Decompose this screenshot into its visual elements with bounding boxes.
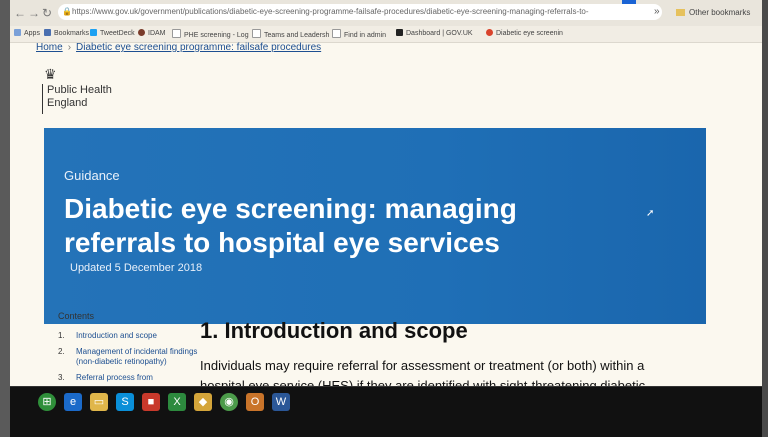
app-icon[interactable]: ◆: [194, 393, 212, 411]
monitor-bezel-right: [762, 0, 768, 437]
bookmark-idam[interactable]: IDAM: [138, 29, 166, 37]
tweetdeck-icon: [90, 29, 97, 36]
forward-icon[interactable]: →: [28, 6, 40, 20]
app-icon[interactable]: ■: [142, 393, 160, 411]
star-icon: [44, 29, 51, 36]
back-icon[interactable]: ←: [14, 6, 26, 20]
bookmarks-overflow-icon[interactable]: »: [654, 6, 660, 17]
logo-divider: [42, 84, 43, 114]
title-banner: Guidance Diabetic eye screening: managin…: [44, 128, 706, 324]
url-text: https://www.gov.uk/government/publicatio…: [72, 7, 589, 16]
address-bar: ← → ↻ 🔒 https://www.gov.uk/government/pu…: [10, 0, 762, 27]
updated-date: Updated 5 December 2018: [70, 262, 203, 274]
screen: ← → ↻ 🔒 https://www.gov.uk/government/pu…: [10, 0, 762, 437]
folder-icon: [676, 9, 685, 16]
bookmark-phe-screening[interactable]: PHE screening - Log: [172, 29, 249, 39]
internet-explorer-icon[interactable]: e: [64, 393, 82, 411]
organisation-name: Public Health England: [47, 84, 112, 109]
bookmark-diabetic-eye[interactable]: Diabetic eye screenin: [486, 29, 563, 37]
skype-icon[interactable]: S: [116, 393, 134, 411]
toc-item[interactable]: 3. Referral process from: [58, 373, 198, 383]
word-icon[interactable]: W: [272, 393, 290, 411]
apps-icon: [14, 29, 21, 36]
breadcrumb-home[interactable]: Home: [36, 42, 63, 53]
lock-icon: 🔒: [62, 7, 72, 16]
breadcrumb-parent[interactable]: Diabetic eye screening programme: failsa…: [76, 42, 321, 53]
bookmark-find-in-admin[interactable]: Find in admin: [332, 29, 386, 39]
bookmarks-bar: Apps Bookmarks TweetDeck IDAM PHE screen…: [10, 26, 762, 43]
outlook-icon[interactable]: O: [246, 393, 264, 411]
breadcrumb: Home › Diabetic eye screening programme: f…: [36, 42, 321, 53]
bookmark-teams[interactable]: Teams and Leadersh: [252, 29, 329, 39]
idam-icon: [138, 29, 145, 36]
monitor-bezel-left: [0, 0, 10, 437]
section-heading: 1. Introduction and scope: [200, 318, 468, 343]
other-bookmarks[interactable]: Other bookmarks: [676, 8, 750, 17]
page-icon: [172, 29, 181, 38]
url-field[interactable]: 🔒 https://www.gov.uk/government/publicat…: [58, 4, 662, 20]
document-type: Guidance: [64, 168, 120, 183]
excel-icon[interactable]: X: [168, 393, 186, 411]
reload-icon[interactable]: ↻: [42, 6, 52, 20]
chevron-right-icon: ›: [67, 42, 72, 53]
mouse-cursor-icon: ➚: [646, 208, 655, 219]
page-title: Diabetic eye screening: managing referra…: [64, 193, 517, 258]
bookmark-bookmarks[interactable]: Bookmarks: [44, 29, 89, 37]
organisation-logo[interactable]: ♛ Public Health England: [40, 66, 112, 114]
page-icon: [332, 29, 341, 38]
table-of-contents: 1. Introduction and scope 2. Management of…: [58, 331, 198, 389]
chrome-icon[interactable]: ◉: [220, 393, 238, 411]
bookmark-apps[interactable]: Apps: [14, 29, 40, 37]
toc-item[interactable]: 1. Introduction and scope: [58, 331, 198, 341]
start-icon[interactable]: ⊞: [38, 393, 56, 411]
royal-crest-icon: ♛: [44, 66, 57, 82]
bookmark-dashboard[interactable]: Dashboard | GOV.UK: [396, 29, 473, 37]
target-icon: [486, 29, 493, 36]
toc-item[interactable]: 2. Management of incidental findings (non…: [58, 347, 198, 367]
govuk-icon: [396, 29, 403, 36]
page-icon: [252, 29, 261, 38]
bookmark-tweetdeck[interactable]: TweetDeck: [90, 29, 135, 37]
file-explorer-icon[interactable]: ▭: [90, 393, 108, 411]
taskbar: ⊞ e ▭ S ■ X ◆ ◉ O W: [10, 386, 762, 437]
contents-heading: Contents: [58, 311, 95, 321]
extension-icon[interactable]: [622, 0, 636, 4]
